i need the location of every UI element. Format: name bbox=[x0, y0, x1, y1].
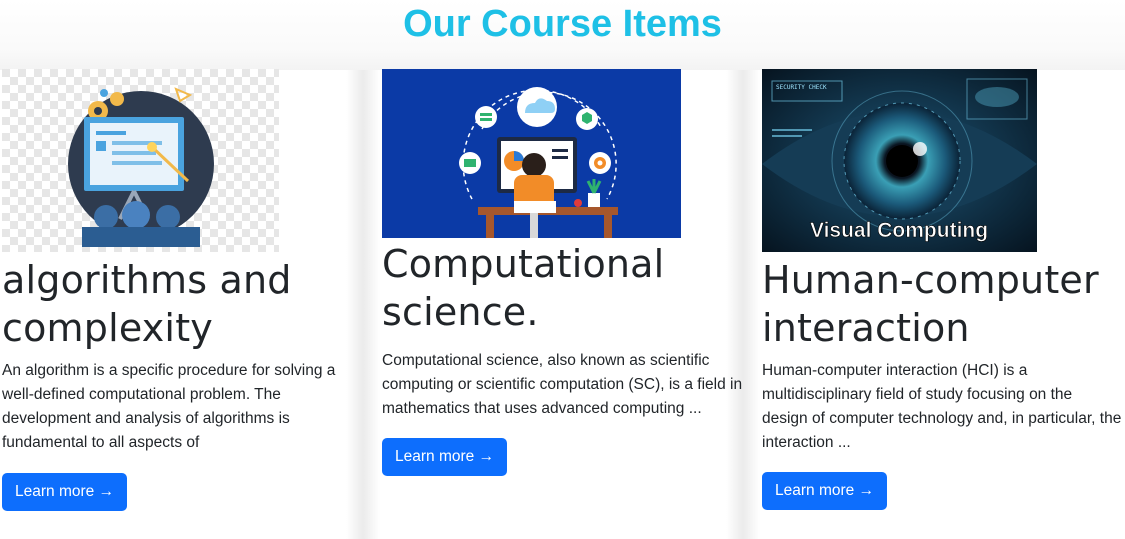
course-title: algorithms and complexity bbox=[2, 258, 292, 350]
course-description: Computational science, also known as sci… bbox=[382, 352, 743, 417]
page-title: Our Course Items bbox=[403, 3, 722, 45]
learn-more-button[interactable]: Learn more → bbox=[762, 472, 888, 510]
hud-label: SECURITY CHECK bbox=[776, 84, 827, 91]
course-title: Computational science. bbox=[382, 242, 665, 334]
learn-more-button[interactable]: Learn more → bbox=[2, 473, 128, 511]
course-card-algorithms: algorithms and complexity An algorithm i… bbox=[2, 69, 372, 511]
course-card-hci: SECURITY CHECK Visual Computing Human-co… bbox=[762, 69, 1125, 510]
course-description: An algorithm is a specific procedure for… bbox=[2, 362, 336, 451]
learn-more-button[interactable]: Learn more → bbox=[382, 438, 508, 476]
course-card-computational-science: Computational science. Computational sci… bbox=[382, 69, 752, 476]
course-description: Human-computer interaction (HCI) is a mu… bbox=[762, 362, 1122, 451]
person-at-computer-image bbox=[382, 69, 681, 238]
visual-computing-eye-image: SECURITY CHECK Visual Computing bbox=[762, 69, 1037, 252]
presentation-board-image bbox=[2, 69, 279, 252]
image-caption: Visual Computing bbox=[810, 219, 988, 242]
course-title: Human-computer interaction bbox=[762, 258, 1099, 350]
